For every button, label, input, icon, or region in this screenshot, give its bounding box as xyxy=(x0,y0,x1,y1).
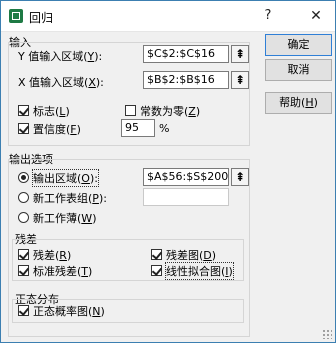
excel-app-icon xyxy=(9,9,23,23)
labels-checkbox[interactable] xyxy=(18,105,29,116)
new-workbook-label: 新工作薄(W) xyxy=(33,212,97,225)
standard-residuals-label: 标准残差(T) xyxy=(33,265,93,278)
cancel-button[interactable]: 取消 xyxy=(265,59,332,81)
constant-zero-checkbox[interactable] xyxy=(125,105,136,116)
labels-label: 标志(L) xyxy=(33,105,70,118)
ok-button[interactable]: 确定 xyxy=(265,34,332,56)
window-title: 回归 xyxy=(29,11,54,25)
title-bar[interactable]: 回归 ? ✕ xyxy=(1,1,335,32)
x-range-label: X 值输入区域(X): xyxy=(18,76,104,89)
confidence-input[interactable]: 95 xyxy=(121,119,155,137)
output-range-input[interactable]: $A$56:$S$200 xyxy=(143,168,229,186)
y-range-collapse-icon[interactable]: ⇞ xyxy=(231,45,249,63)
normal-plot-label: 正态概率图(N) xyxy=(33,305,105,318)
standard-residuals-checkbox[interactable] xyxy=(18,265,29,276)
line-fit-plots-label: 线性拟合图(I) xyxy=(165,262,234,280)
regression-dialog: 回归 ? ✕ 输入 Y 值输入区域(Y): $C$2:$C$16 ⇞ X 值输入… xyxy=(0,0,336,343)
new-sheet-radio[interactable] xyxy=(18,192,29,203)
resize-grip[interactable] xyxy=(322,329,332,339)
new-sheet-label: 新工作表组(P): xyxy=(33,192,107,205)
percent-sign: % xyxy=(159,122,170,135)
output-range-radio[interactable] xyxy=(18,172,29,183)
output-range-collapse-icon[interactable]: ⇞ xyxy=(231,168,249,186)
residual-plots-label: 残差图(D) xyxy=(166,249,217,262)
x-range-collapse-icon[interactable]: ⇞ xyxy=(231,71,249,89)
help-button[interactable]: 帮助(H) xyxy=(265,92,332,114)
close-icon[interactable]: ✕ xyxy=(299,1,333,31)
output-range-label: 输出区域(O): xyxy=(32,169,99,187)
new-sheet-input[interactable] xyxy=(143,188,229,206)
line-fit-plots-checkbox[interactable] xyxy=(151,265,162,276)
y-range-input[interactable]: $C$2:$C$16 xyxy=(143,45,229,63)
residuals-checkbox[interactable] xyxy=(18,249,29,260)
residual-plots-checkbox[interactable] xyxy=(151,249,162,260)
confidence-checkbox[interactable] xyxy=(18,123,29,134)
help-icon[interactable]: ? xyxy=(251,1,285,31)
normal-plot-checkbox[interactable] xyxy=(18,305,29,316)
x-range-input[interactable]: $B$2:$B$16 xyxy=(143,71,229,89)
confidence-label: 置信度(F) xyxy=(33,123,81,136)
new-workbook-radio[interactable] xyxy=(18,212,29,223)
constant-zero-label: 常数为零(Z) xyxy=(140,105,201,118)
y-range-label: Y 值输入区域(Y): xyxy=(18,50,103,63)
residuals-label: 残差(R) xyxy=(33,249,72,262)
